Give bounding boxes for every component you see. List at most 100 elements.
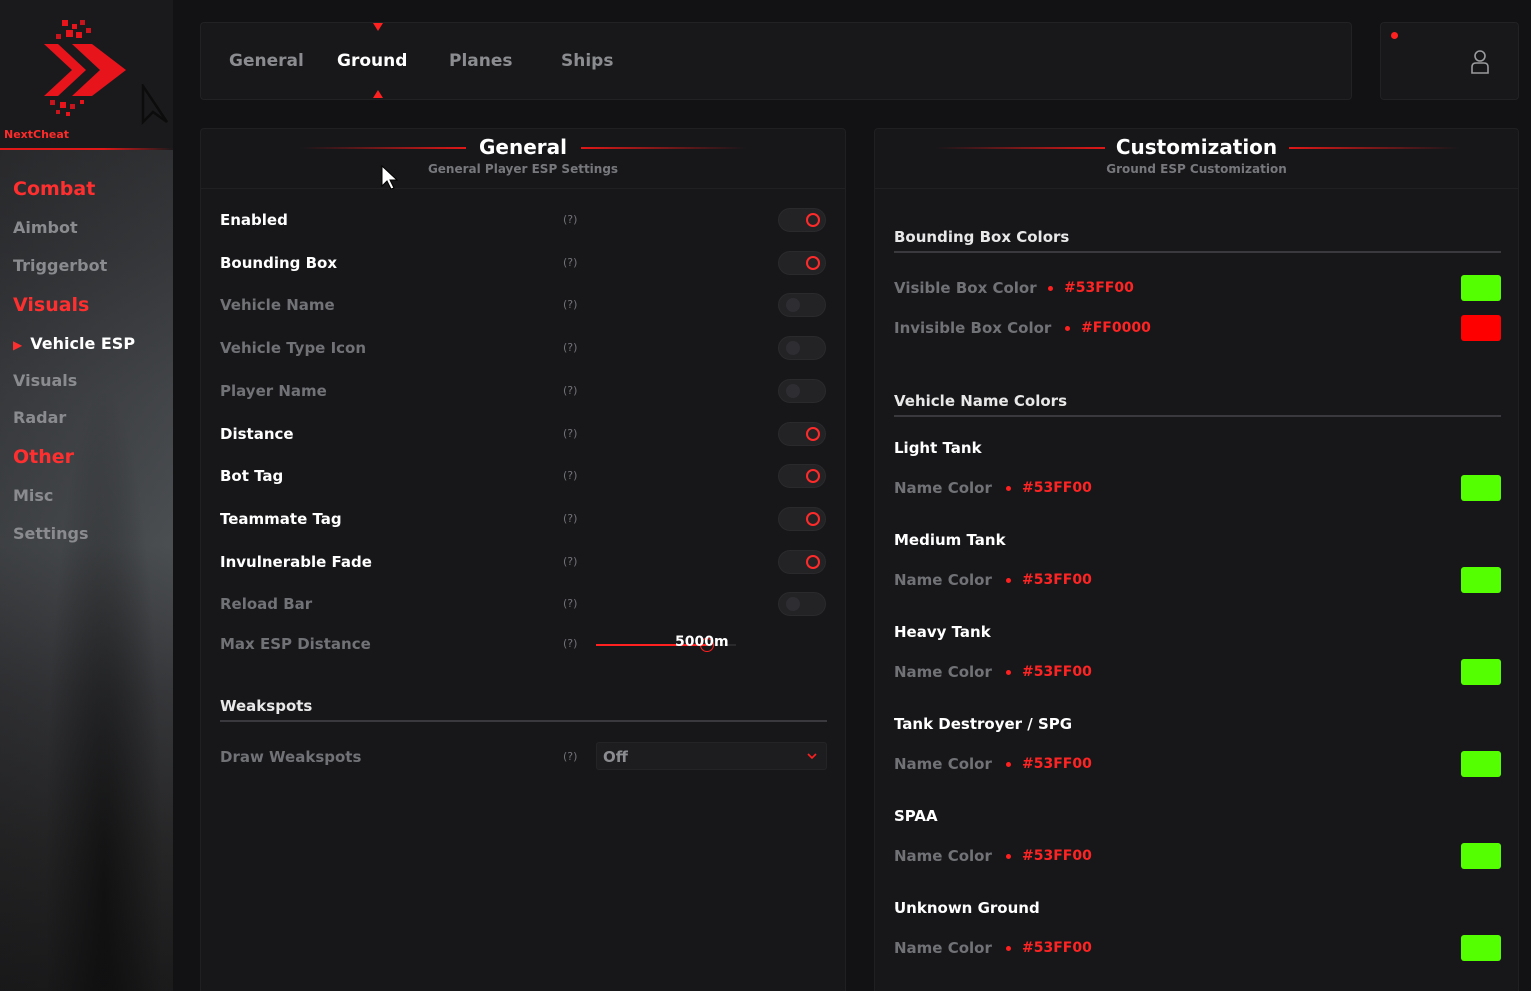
toggle-switch[interactable]: [778, 378, 826, 403]
color-row: Name Color #53FF00: [894, 659, 1501, 685]
select-value: Off: [603, 748, 628, 766]
help-icon[interactable]: (?): [563, 597, 577, 610]
toggle-knob: [786, 597, 800, 612]
active-arrow-icon: ▶: [13, 338, 23, 352]
active-tab-marker-top: [373, 23, 383, 31]
color-label: Name Color: [894, 663, 992, 681]
option-label: Vehicle Type Icon: [220, 339, 367, 358]
toggle-knob: [786, 383, 800, 398]
sidebar-item-radar[interactable]: Radar: [13, 408, 66, 427]
option-label: Enabled: [220, 211, 288, 229]
tab-general[interactable]: General: [229, 51, 304, 71]
draw-weakspots-select[interactable]: Off: [596, 742, 827, 770]
user-icon[interactable]: [1469, 49, 1491, 75]
tab-ground[interactable]: Ground: [337, 51, 407, 71]
bullet-dot: [1048, 286, 1053, 291]
section-divider: [220, 720, 827, 722]
cursor-outline-icon: [141, 84, 169, 126]
panel-title: Customization: [1115, 135, 1278, 159]
color-row: Name Color #53FF00: [894, 475, 1501, 501]
toggle-switch[interactable]: [778, 336, 826, 361]
nav-section-combat: Combat: [13, 178, 96, 200]
option-label: Invulnerable Fade: [220, 552, 372, 571]
toggle-knob: [806, 213, 820, 227]
sidebar-item-misc[interactable]: Misc: [13, 486, 53, 505]
sidebar-item-label: Vehicle ESP: [30, 334, 136, 353]
toggle-knob: [786, 298, 800, 313]
toggle-switch[interactable]: [778, 250, 826, 275]
vehicle-type-label: Unknown Ground: [894, 899, 1040, 917]
color-hex: #53FF00: [1022, 848, 1092, 864]
max-esp-distance-row: Max ESP Distance (?) 5000m: [220, 632, 828, 656]
color-hex: #53FF00: [1022, 664, 1092, 680]
color-swatch[interactable]: [1461, 843, 1501, 869]
help-icon[interactable]: (?): [563, 427, 577, 440]
help-icon[interactable]: (?): [563, 750, 577, 763]
nav-section-visuals: Visuals: [13, 294, 90, 316]
brand-name: NextCheat: [4, 128, 70, 141]
toggle-knob: [806, 469, 820, 484]
vehicle-type-label: Heavy Tank: [894, 623, 991, 641]
toggle-switch[interactable]: [778, 506, 826, 531]
sidebar-item-settings[interactable]: Settings: [13, 524, 89, 543]
toggle-knob: [806, 511, 820, 526]
help-icon[interactable]: (?): [563, 555, 577, 568]
section-divider: [894, 251, 1501, 253]
help-icon[interactable]: (?): [563, 298, 577, 311]
help-icon[interactable]: (?): [563, 213, 577, 226]
logo-area: NextCheat: [0, 0, 173, 150]
toggle-switch[interactable]: [778, 293, 826, 318]
draw-weakspots-row: Draw Weakspots (?) Off: [220, 742, 828, 770]
bullet-dot: [1006, 854, 1011, 859]
toggle-switch[interactable]: [778, 421, 826, 446]
color-swatch[interactable]: [1461, 935, 1501, 961]
color-hex: #FF0000: [1081, 320, 1151, 336]
tab-ships[interactable]: Ships: [561, 51, 613, 71]
color-label: Name Color: [894, 847, 992, 865]
sidebar-item-vehicle-esp[interactable]: ▶ Vehicle ESP: [13, 334, 135, 353]
option-label: Distance: [220, 424, 294, 443]
option-label: Reload Bar: [220, 595, 313, 614]
toggle-switch[interactable]: [778, 549, 826, 574]
sidebar-item-triggerbot[interactable]: Triggerbot: [13, 256, 107, 275]
help-icon[interactable]: (?): [563, 637, 577, 650]
panel-header: General General Player ESP Settings: [201, 129, 845, 189]
color-row: Name Color #53FF00: [894, 935, 1501, 961]
help-icon[interactable]: (?): [563, 384, 577, 397]
color-label: Invisible Box Color: [894, 319, 1052, 337]
color-swatch[interactable]: [1461, 751, 1501, 777]
color-swatch[interactable]: [1461, 659, 1501, 685]
general-panel: General General Player ESP Settings Enab…: [200, 128, 846, 991]
toggle-switch[interactable]: [778, 464, 826, 489]
option-row: Distance (?): [220, 421, 828, 446]
color-swatch[interactable]: [1461, 275, 1501, 301]
help-icon[interactable]: (?): [563, 341, 577, 354]
color-hex: #53FF00: [1022, 480, 1092, 496]
help-icon[interactable]: (?): [563, 256, 577, 269]
help-icon[interactable]: (?): [563, 512, 577, 525]
sidebar-item-visuals[interactable]: Visuals: [13, 371, 77, 390]
color-swatch[interactable]: [1461, 567, 1501, 593]
toggle-knob: [806, 426, 820, 441]
status-dot: [1391, 32, 1398, 39]
option-row: Invulnerable Fade (?): [220, 549, 828, 574]
sidebar-item-aimbot[interactable]: Aimbot: [13, 218, 78, 237]
panel-header: Customization Ground ESP Customization: [875, 129, 1518, 189]
vehicle-type-label: Medium Tank: [894, 531, 1006, 549]
option-row: Vehicle Name (?): [220, 293, 828, 318]
option-row: Reload Bar (?): [220, 592, 828, 617]
color-label: Name Color: [894, 755, 992, 773]
toggle-switch[interactable]: [778, 208, 826, 232]
bullet-dot: [1006, 578, 1011, 583]
tab-planes[interactable]: Planes: [449, 51, 513, 71]
color-swatch[interactable]: [1461, 315, 1501, 341]
help-icon[interactable]: (?): [563, 469, 577, 482]
vehicle-type-label: Tank Destroyer / SPG: [894, 715, 1073, 733]
panel-title: General: [479, 135, 567, 159]
toggle-switch[interactable]: [778, 592, 826, 617]
color-swatch[interactable]: [1461, 475, 1501, 501]
toggle-knob: [786, 341, 800, 356]
brand-divider: [0, 148, 173, 150]
option-row: Vehicle Type Icon (?): [220, 336, 828, 361]
section-weakspots: Weakspots: [220, 697, 313, 715]
